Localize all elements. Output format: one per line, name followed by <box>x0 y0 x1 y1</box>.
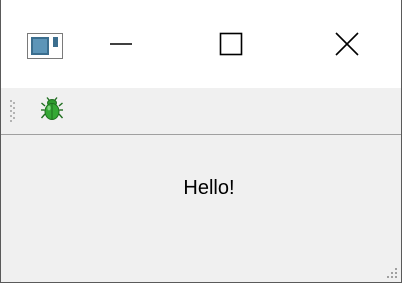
greeting-label: Hello! <box>183 177 235 199</box>
minimize-icon <box>109 32 133 61</box>
maximize-icon <box>219 32 243 61</box>
toolbar-grip-handle[interactable] <box>9 98 15 124</box>
app-window: Hello! <box>0 0 402 283</box>
application-window-icon[interactable] <box>27 33 63 59</box>
close-icon <box>335 31 359 61</box>
minimize-button[interactable] <box>81 20 161 72</box>
client-area: Hello! <box>1 135 401 282</box>
close-button[interactable] <box>307 20 387 72</box>
maximize-button[interactable] <box>191 20 271 72</box>
title-bar[interactable] <box>1 0 401 88</box>
toolbar <box>1 88 401 135</box>
bug-icon <box>40 96 64 126</box>
resize-grip-icon[interactable] <box>383 264 399 280</box>
debug-button[interactable] <box>37 96 67 126</box>
